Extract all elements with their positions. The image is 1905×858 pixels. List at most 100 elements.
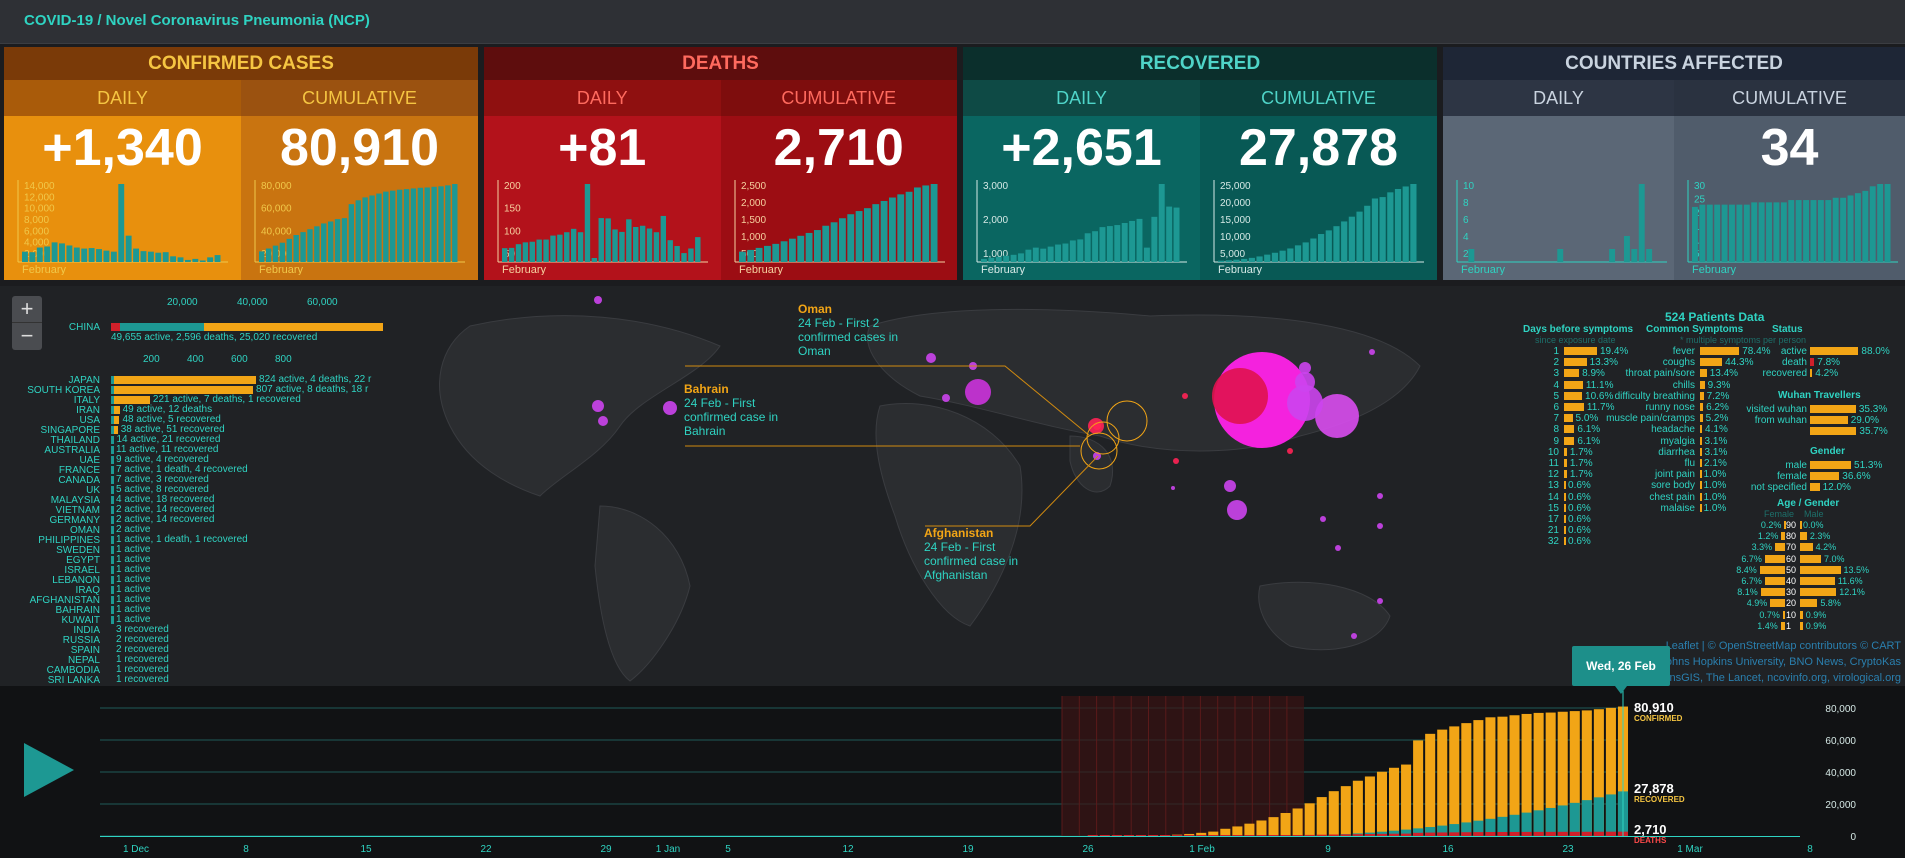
timeline-bar-confirmed[interactable] (1401, 764, 1412, 836)
timeline-bar-confirmed[interactable] (1328, 791, 1339, 836)
days-title: Days before symptoms (1523, 324, 1634, 335)
timeline-bar-confirmed[interactable] (1268, 817, 1279, 836)
country-row[interactable]: SWEDEN 1 active (0, 544, 420, 556)
map-attribution-3[interactable]: nsGIS, The Lancet, ncovinfo.org, virolog… (1669, 672, 1901, 684)
timeline-bar-deaths (1605, 831, 1616, 836)
case-bubble[interactable] (1377, 523, 1383, 529)
case-bubble[interactable] (1212, 368, 1268, 424)
case-bubble[interactable] (1320, 516, 1326, 522)
case-bubble[interactable] (942, 394, 950, 402)
days-row-label: 9 (1553, 435, 1559, 447)
country-row[interactable]: FRANCE 7 active, 1 death, 4 recovered (0, 464, 420, 476)
case-bubble[interactable] (1227, 500, 1247, 520)
map-attribution-1[interactable]: Leaflet | © OpenStreetMap contributors ©… (1666, 640, 1901, 652)
case-bubble[interactable] (1287, 448, 1293, 454)
sparkchart-month-label: February (1218, 264, 1263, 275)
country-row[interactable]: LEBANON 1 active (0, 574, 420, 586)
days-row-value: 11.7% (1586, 402, 1615, 413)
timeline-bar-confirmed[interactable] (1376, 771, 1387, 836)
world-map[interactable]: + − 20,000 40,000 60,000 CHINA 49,655 active… (0, 286, 1905, 686)
country-row[interactable]: ISRAEL 1 active (0, 564, 420, 576)
sparkchart-bar (272, 245, 279, 262)
timeline-bar-confirmed[interactable] (1340, 786, 1351, 836)
timeline-bar-deaths (1172, 835, 1183, 836)
timeline-bar-confirmed[interactable] (1352, 780, 1363, 836)
case-bubble[interactable] (1351, 633, 1357, 639)
timeline-bar-deaths (1593, 831, 1604, 836)
case-bubble[interactable] (1173, 458, 1179, 464)
case-bubble[interactable] (1335, 545, 1341, 551)
timeline-bar-confirmed[interactable] (1244, 823, 1255, 836)
sparkchart-svg: 25,000 20,000 15,000 10,000 5,000 February (1213, 180, 1424, 275)
sparkchart-tick: 15,000 (1220, 215, 1251, 226)
timeline-bar-confirmed[interactable] (1256, 820, 1267, 836)
timeline-bar-confirmed[interactable] (1437, 729, 1448, 836)
country-row[interactable]: INDIA 3 recovered (0, 624, 420, 636)
case-bubble[interactable] (965, 379, 991, 405)
case-bubble[interactable] (1369, 349, 1375, 355)
country-row[interactable]: CAMBODIA 1 recovered (0, 664, 420, 676)
case-bubble[interactable] (663, 401, 677, 415)
country-row[interactable]: EGYPT 1 active (0, 554, 420, 566)
case-bubble[interactable] (1171, 486, 1175, 490)
symptom-label: myalgia (1660, 435, 1695, 447)
timeline-chart[interactable]: 80,000 60,000 40,000 20,000 0 1 Dec 8 15 22 29 1 J… (0, 686, 1905, 858)
case-bubble[interactable] (1377, 493, 1383, 499)
play-icon[interactable] (24, 743, 74, 797)
symptom-value: 2.1% (1704, 458, 1727, 469)
timeline-bar-confirmed[interactable] (1485, 717, 1496, 836)
days-row-bar (1564, 425, 1575, 434)
timeline-bar-confirmed[interactable] (1220, 828, 1231, 836)
country-row[interactable]: RUSSIA 2 recovered (0, 634, 420, 646)
country-row-china[interactable]: CHINA 49,655 active, 2,596 deaths, 25,020… (0, 322, 420, 343)
sparkchart-bar (1766, 202, 1772, 262)
timeline-bar-confirmed[interactable] (1364, 776, 1375, 836)
sparkchart-bar (796, 235, 804, 262)
case-bubble[interactable] (1295, 372, 1315, 392)
sparkchart-bar (1884, 184, 1891, 262)
timeline-bar-confirmed[interactable] (1304, 803, 1315, 836)
timeline-bar-confirmed[interactable] (1413, 740, 1424, 836)
country-row[interactable]: GERMANY 2 active, 14 recovered (0, 514, 420, 526)
country-row[interactable]: BAHRAIN 1 active (0, 604, 420, 616)
timeline-bar-confirmed[interactable] (1292, 808, 1303, 836)
sparkchart-bar (192, 258, 199, 262)
sparkchart-bar (1136, 218, 1143, 262)
timeline-bar-confirmed[interactable] (1280, 812, 1291, 836)
sparkchart-bar (557, 234, 563, 262)
case-bubble[interactable] (594, 296, 602, 304)
country-row[interactable]: SPAIN 2 recovered (0, 644, 420, 656)
country-row[interactable]: IRAQ 1 active (0, 584, 420, 596)
country-row[interactable]: SRI LANKA 1 recovered (0, 674, 420, 686)
case-bubble[interactable] (1377, 598, 1383, 604)
card-cumulative-value: 80,910 (279, 119, 440, 177)
country-row[interactable]: CANADA 7 active, 3 recovered (0, 474, 420, 486)
age-male-label: Male (1804, 509, 1824, 519)
sparkchart-bar (66, 245, 73, 262)
country-row[interactable]: KUWAIT 1 active (0, 614, 420, 626)
case-bubble[interactable] (926, 353, 936, 363)
timeline-bar-confirmed[interactable] (1473, 720, 1484, 836)
timeline-bar-confirmed[interactable] (1461, 723, 1472, 836)
timeline-bar-confirmed[interactable] (1316, 797, 1327, 836)
case-bubble[interactable] (1224, 480, 1236, 492)
timeline-bar-deaths (1425, 832, 1436, 836)
country-row[interactable]: AUSTRALIA 11 active, 11 recovered (0, 444, 420, 456)
case-bubble[interactable] (592, 400, 604, 412)
case-bubble[interactable] (598, 416, 608, 426)
country-row[interactable]: AFGHANISTAN 1 active (0, 594, 420, 606)
timeline-bar-confirmed[interactable] (1232, 826, 1243, 836)
country-bar (111, 606, 114, 614)
symptom-bar (1700, 347, 1740, 355)
sparkchart-bar (988, 257, 995, 262)
timeline-x-tick: 29 (600, 844, 612, 855)
country-row[interactable]: PHILIPPINES 1 active, 1 death, 1 recovere… (0, 534, 420, 546)
sparkchart-bar (838, 218, 846, 262)
timeline-bar-confirmed[interactable] (1389, 767, 1400, 836)
case-bubble[interactable] (1299, 362, 1311, 374)
case-bubble[interactable] (1182, 393, 1188, 399)
timeline-bar-confirmed[interactable] (1449, 726, 1460, 836)
country-row[interactable]: NEPAL 1 recovered (0, 654, 420, 666)
map-attribution-2[interactable]: ohns Hopkins University, BNO News, Crypt… (1666, 656, 1901, 668)
timeline-bar-confirmed[interactable] (1425, 733, 1436, 836)
